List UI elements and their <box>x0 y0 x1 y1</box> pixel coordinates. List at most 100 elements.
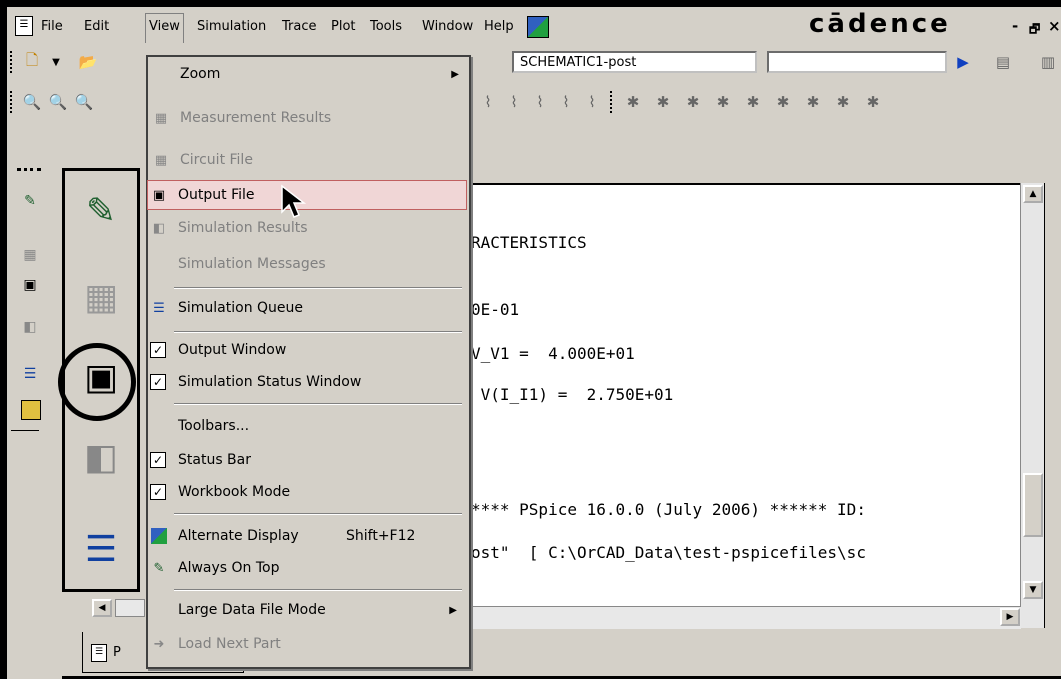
menu-separator <box>174 513 462 515</box>
menu-item-always-on-top[interactable]: ✎ Always On Top <box>146 553 467 583</box>
menu-item-label: Simulation Results <box>178 220 308 236</box>
scroll-right-icon[interactable]: ▶ <box>1000 608 1020 626</box>
scroll-track <box>115 599 145 617</box>
zoom-in-icon[interactable]: 🔍 <box>21 91 43 113</box>
scroll-down-icon[interactable]: ▼ <box>1023 581 1043 599</box>
cursor-tool-icon[interactable]: ✱ <box>742 91 764 113</box>
checkbox-checked-icon: ✓ <box>150 452 166 468</box>
output-file-window: RACTERISTICS 0E-01 V_V1 = 4.000E+01 V(I_… <box>465 183 1045 628</box>
cursor-tool-icon[interactable]: ✱ <box>712 91 734 113</box>
menu-window[interactable]: Window <box>422 19 473 34</box>
menu-item-load-next-part: ➜ Load Next Part <box>146 629 467 659</box>
submenu-arrow-icon: ▶ <box>449 604 457 616</box>
menu-separator <box>174 403 462 405</box>
menu-item-output-window[interactable]: ✓ Output Window <box>146 335 467 365</box>
close-button[interactable]: × <box>1048 17 1061 35</box>
menu-item-alternate-display[interactable]: Alternate Display Shift+F12 <box>146 521 467 551</box>
trace-tool-icon[interactable]: ⌇ <box>555 91 577 113</box>
simulation-queue-icon: ☰ <box>84 528 118 570</box>
menu-item-large-data-file-mode[interactable]: Large Data File Mode ▶ <box>146 595 467 625</box>
scroll-left-icon[interactable]: ◀ <box>92 599 112 617</box>
arrow-right-icon: ➜ <box>153 636 165 652</box>
scroll-up-icon[interactable]: ▲ <box>1023 185 1043 203</box>
zoom-area-icon[interactable]: 🔍 <box>73 91 95 113</box>
circuit-file-icon[interactable]: ▦ <box>21 246 39 264</box>
horizontal-scrollbar[interactable]: ▶ <box>465 606 1021 629</box>
menu-view[interactable]: View <box>145 13 184 44</box>
menu-separator <box>174 287 462 289</box>
output-line: **** PSpice 16.0.0 (July 2006) ****** ID… <box>471 500 866 519</box>
cursor-tool-icon[interactable]: ✱ <box>622 91 644 113</box>
scroll-thumb[interactable] <box>1023 473 1043 537</box>
open-folder-icon[interactable]: 📂 <box>77 51 99 73</box>
menu-tools[interactable]: Tools <box>370 19 402 34</box>
mouse-cursor-icon <box>281 184 307 218</box>
menu-separator <box>174 331 462 333</box>
run-icon[interactable]: ▶ <box>952 51 974 73</box>
menu-item-label: Output Window <box>178 342 287 358</box>
output-file-icon[interactable]: ▣ <box>21 276 39 294</box>
zoom-out-icon[interactable]: 🔍 <box>47 91 69 113</box>
output-line: V(I_I1) = 2.750E+01 <box>471 385 674 404</box>
left-toolbar: ✎ ▦ ▣ ◧ ☰ <box>7 160 62 679</box>
profile-combo[interactable]: SCHEMATIC1-post <box>512 51 757 73</box>
document-icon: ☰ <box>15 16 33 36</box>
menu-plot[interactable]: Plot <box>331 19 356 34</box>
cursor-tool-icon[interactable]: ✱ <box>832 91 854 113</box>
cursor-tool-icon[interactable]: ✱ <box>772 91 794 113</box>
toolbar-grip <box>610 91 616 113</box>
checkbox-checked-icon: ✓ <box>150 484 166 500</box>
trace-tool-icon[interactable]: ⌇ <box>477 91 499 113</box>
menu-file[interactable]: File <box>41 19 63 34</box>
trace-tool-icon[interactable]: ⌇ <box>503 91 525 113</box>
highlight-circle <box>58 343 136 421</box>
output-line: RACTERISTICS <box>471 233 587 252</box>
menu-item-label: Simulation Queue <box>178 300 304 316</box>
menu-item-simulation-queue[interactable]: ☰ Simulation Queue <box>146 293 467 323</box>
menu-item-label: Large Data File Mode <box>178 602 326 618</box>
output-line: V_V1 = 4.000E+01 <box>471 344 635 363</box>
menu-item-label: Alternate Display <box>178 528 299 544</box>
restore-button[interactable]: 🗗 <box>1029 20 1040 41</box>
menu-simulation[interactable]: Simulation <box>197 19 266 34</box>
menu-trace[interactable]: Trace <box>282 19 317 34</box>
new-file-icon[interactable]: 🗋 <box>21 51 43 73</box>
menu-item-label: Toolbars... <box>178 418 250 434</box>
output-file-icon: ▣ <box>152 187 166 203</box>
menu-item-label: Simulation Messages <box>178 256 326 272</box>
simulation-results-icon[interactable]: ◧ <box>21 318 39 336</box>
cursor-tool-icon[interactable]: ✱ <box>652 91 674 113</box>
cursor-tool-icon[interactable]: ✱ <box>682 91 704 113</box>
tab-label: P <box>113 645 121 660</box>
simulation-settings-icon[interactable]: ▤ <box>992 51 1014 73</box>
menu-edit[interactable]: Edit <box>84 19 109 34</box>
menu-help[interactable]: Help <box>484 19 514 34</box>
menu-item-toolbars[interactable]: Toolbars... <box>146 411 467 441</box>
menu-item-simulation-status-window[interactable]: ✓ Simulation Status Window <box>146 367 467 397</box>
vertical-scrollbar[interactable]: ▲ ▼ <box>1020 183 1044 628</box>
dropdown-arrow-icon[interactable]: ▼ <box>45 51 67 73</box>
trace-tool-icon[interactable]: ⌇ <box>581 91 603 113</box>
cadence-logo: cādence <box>809 9 951 39</box>
menu-item-status-bar[interactable]: ✓ Status Bar <box>146 445 467 475</box>
menu-item-label: Output File <box>178 187 255 203</box>
alternate-display-icon[interactable] <box>527 16 549 38</box>
cursor-tool-icon[interactable]: ✱ <box>802 91 824 113</box>
minimize-button[interactable]: - <box>1012 17 1018 35</box>
toolbar-grip <box>10 51 16 73</box>
alternate-display-icon[interactable] <box>21 400 41 420</box>
cursor-tool-icon[interactable]: ✱ <box>862 91 884 113</box>
circuit-file-icon: ▦ <box>83 276 118 318</box>
simulation-results-icon: ◧ <box>152 220 166 236</box>
simulation-queue-icon[interactable]: ☰ <box>21 365 39 383</box>
settings-icon[interactable]: ▥ <box>1037 51 1059 73</box>
menu-separator <box>174 589 462 591</box>
menu-item-workbook-mode[interactable]: ✓ Workbook Mode <box>146 477 467 507</box>
divider <box>11 430 39 431</box>
trace-tool-icon[interactable]: ⌇ <box>529 91 551 113</box>
trace-combo[interactable] <box>767 51 947 73</box>
always-on-top-icon[interactable]: ✎ <box>21 192 39 210</box>
menu-bar: ☰ File Edit View Simulation Trace Plot T… <box>7 7 1061 44</box>
toolbar-grip <box>17 168 41 171</box>
simulation-queue-icon: ☰ <box>153 300 165 316</box>
